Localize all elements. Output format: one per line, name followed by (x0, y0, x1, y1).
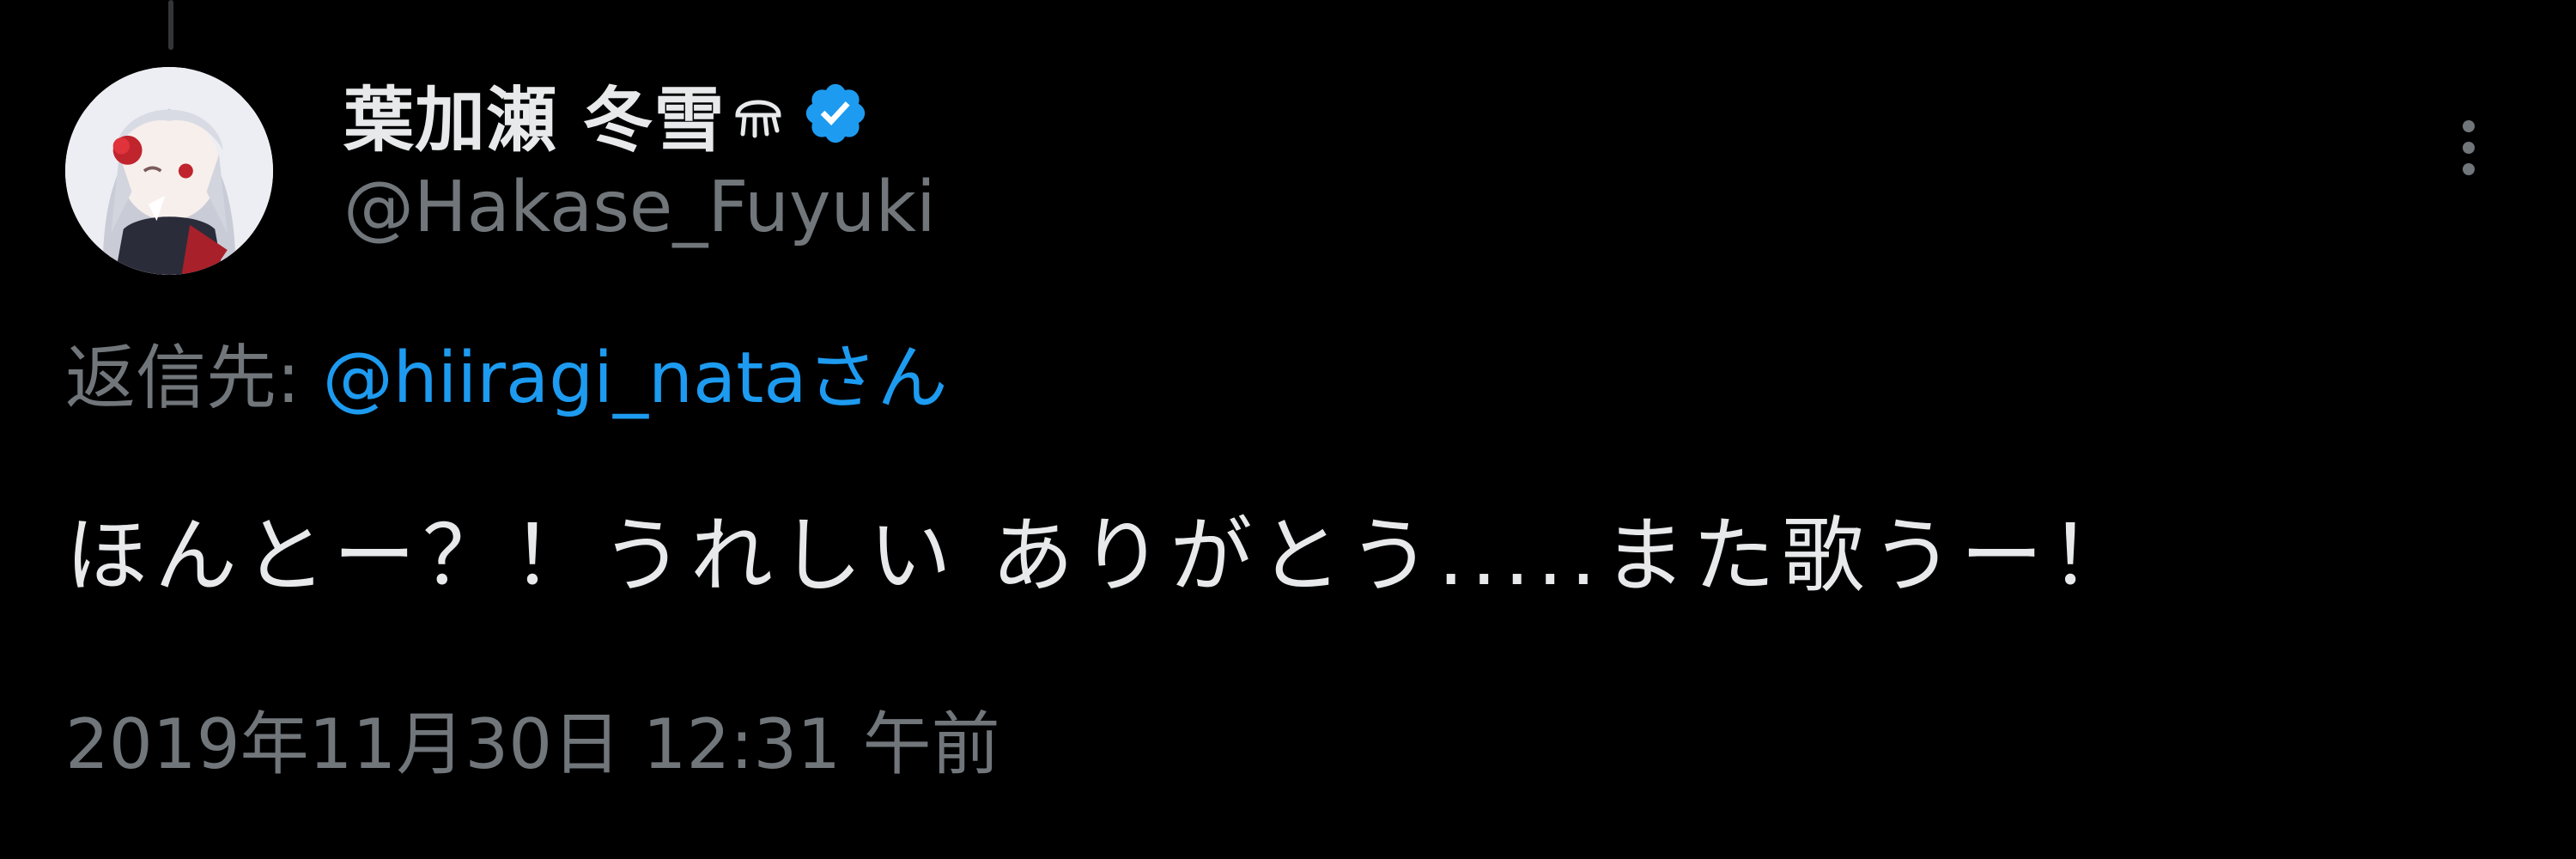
replying-to: 返信先: @hiiragi_nataさん (65, 332, 948, 426)
tweet-timestamp[interactable]: 2019年11月30日 12:31 午前 (65, 698, 1000, 792)
replying-to-label: 返信先: (65, 338, 323, 419)
more-vertical-icon (2463, 120, 2475, 132)
verified-badge-icon[interactable] (801, 79, 870, 148)
avatar[interactable] (65, 67, 273, 275)
avatar-image (65, 67, 273, 275)
jellyfish-emoji-icon (731, 86, 786, 141)
author-display-name[interactable]: 葉加瀬 冬雪 (343, 63, 726, 165)
reply-mention-link[interactable]: @hiiragi_nata (323, 338, 807, 419)
more-vertical-icon-dot (2463, 163, 2475, 175)
more-options-button[interactable] (2439, 105, 2499, 191)
author-handle[interactable]: @Hakase_Fuyuki (343, 161, 2404, 254)
tweet-header: 葉加瀬 冬雪 @Hakase_Fuyuki (343, 67, 2404, 254)
thread-connector-line (168, 0, 173, 50)
more-vertical-icon-dot (2463, 142, 2475, 154)
reply-honorific: さん (806, 338, 948, 419)
author-name-row: 葉加瀬 冬雪 (343, 67, 2404, 161)
tweet-text: ほんとー？！うれしい ありがとう.....また歌うー！ (65, 508, 2140, 604)
